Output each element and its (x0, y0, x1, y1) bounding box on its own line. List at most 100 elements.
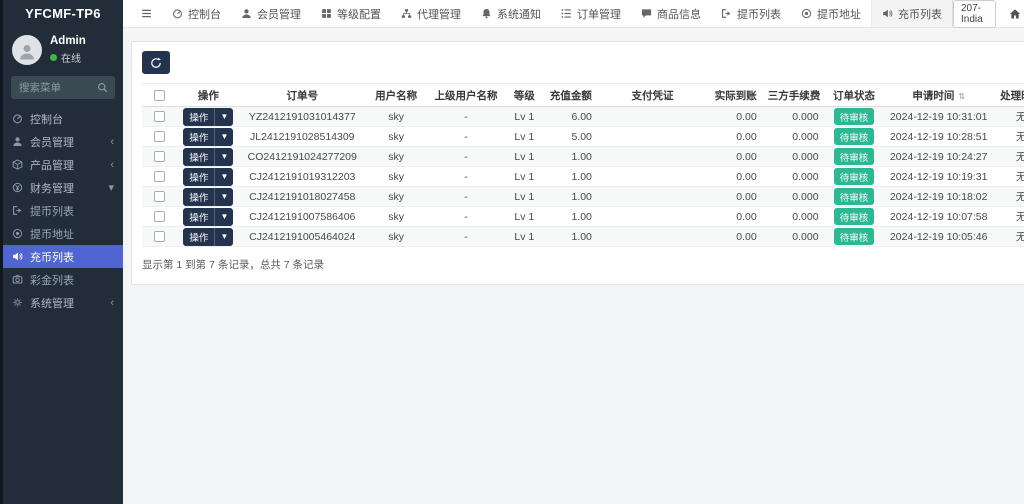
row-action-button[interactable]: 操作▼ (183, 168, 233, 186)
sidebar-item-system[interactable]: 系统管理‹ (3, 291, 123, 314)
header-status: 订单状态 (827, 84, 882, 107)
row-action-button[interactable]: 操作▼ (183, 108, 233, 126)
topnav-item-members[interactable]: 会员管理 (231, 0, 311, 27)
caret-down-icon: ▼ (214, 208, 233, 226)
status-badge: 待审核 (834, 128, 875, 145)
cell-process_time: 无 (996, 147, 1024, 167)
row-action-button[interactable]: 操作▼ (183, 148, 233, 166)
cell-action: 操作▼ (176, 207, 240, 227)
address-icon (801, 8, 812, 19)
table-refresh-button[interactable] (142, 51, 170, 74)
sidebar-item-finance[interactable]: 财务管理▾ (3, 176, 123, 199)
sidebar-item-members[interactable]: 会员管理‹ (3, 130, 123, 153)
header-label: 三方手续费 (768, 90, 821, 102)
sidebar-item-bonus-list[interactable]: 彩金列表 (3, 268, 123, 291)
cell-apply_time: 2024-12-19 10:07:58 (881, 207, 995, 227)
topnav-item-orders[interactable]: 订单管理 (551, 0, 631, 27)
topnav-item-dashboard[interactable]: 控制台 (162, 0, 231, 27)
topnav-item-level-config[interactable]: 等级配置 (311, 0, 391, 27)
cell-user: sky (364, 147, 428, 167)
cell-actual: 0.00 (705, 207, 765, 227)
row-checkbox[interactable] (154, 131, 165, 142)
cell-user: sky (364, 227, 428, 247)
cell-checkbox (142, 167, 176, 187)
topnav-item-label: 等级配置 (337, 6, 381, 22)
row-checkbox[interactable] (154, 171, 165, 182)
sidebar-item-withdraw-list[interactable]: 提币列表 (3, 199, 123, 222)
withdraw-icon (12, 205, 23, 216)
header-apply_time[interactable]: 申请时间⇅ (881, 84, 995, 107)
topbar: 控制台会员管理等级配置代理管理系统通知订单管理商品信息提币列表提币地址充币列表 … (123, 0, 1024, 28)
select-all-checkbox[interactable] (154, 90, 165, 101)
row-checkbox[interactable] (154, 151, 165, 162)
cell-amount: 6.00 (545, 107, 600, 127)
cell-checkbox (142, 147, 176, 167)
row-checkbox[interactable] (154, 191, 165, 202)
recharge-table: 操作订单号用户名称上级用户名称等级充值金额支付凭证实际到账三方手续费订单状态申请… (142, 83, 1024, 247)
sidebar-item-products[interactable]: 产品管理‹ (3, 153, 123, 176)
caret-down-icon: ▼ (214, 228, 233, 246)
home-button[interactable] (1009, 8, 1021, 20)
recharge-icon (12, 251, 23, 262)
sidebar-item-withdraw-address[interactable]: 提币地址 (3, 222, 123, 245)
region-badge[interactable]: 207-India (953, 0, 996, 28)
header-order_no: 订单号 (240, 84, 364, 107)
row-action-button[interactable]: 操作▼ (183, 188, 233, 206)
topnav-item-label: 提币列表 (737, 6, 781, 22)
topnav-item-agents[interactable]: 代理管理 (391, 0, 471, 27)
content-area: ▾ ▾ 操作订单号用户名称上级用户名称等级充值金额支付凭证实际到账三方手续费订单… (123, 28, 1024, 504)
row-action-button[interactable]: 操作▼ (183, 208, 233, 226)
sidebar-item-label: 控制台 (30, 111, 63, 127)
recharge-list-panel: ▾ ▾ 操作订单号用户名称上级用户名称等级充值金额支付凭证实际到账三方手续费订单… (131, 41, 1024, 285)
row-action-button[interactable]: 操作▼ (183, 228, 233, 246)
cell-action: 操作▼ (176, 107, 240, 127)
topnav-item-withdraw-address[interactable]: 提币地址 (791, 0, 871, 27)
sidebar-item-dashboard[interactable]: 控制台 (3, 107, 123, 130)
table-toolbar: ▾ ▾ (142, 51, 1024, 74)
cell-apply_time: 2024-12-19 10:05:46 (881, 227, 995, 247)
header-label: 订单号 (287, 90, 319, 102)
grid-icon (321, 8, 332, 19)
sidebar-menu: 控制台会员管理‹产品管理‹财务管理▾提币列表提币地址充币列表彩金列表系统管理‹ (3, 107, 123, 314)
topnav-item-withdraw-list[interactable]: 提币列表 (711, 0, 791, 27)
caret-down-icon: ▼ (214, 128, 233, 146)
action-label: 操作 (183, 148, 214, 166)
sort-icon[interactable]: ⇅ (958, 92, 965, 101)
dashboard-icon (172, 8, 183, 19)
header-level: 等级 (504, 84, 545, 107)
header-user: 用户名称 (364, 84, 428, 107)
cell-level: Lv 1 (504, 207, 545, 227)
header-actual: 实际到账 (705, 84, 765, 107)
cell-action: 操作▼ (176, 227, 240, 247)
bonus-icon (12, 274, 23, 285)
cell-fee: 0.000 (765, 227, 827, 247)
cell-parent: - (428, 207, 504, 227)
menu-toggle-button[interactable] (131, 0, 162, 27)
topnav-item-recharge-list[interactable]: 充币列表 (871, 0, 953, 27)
cell-voucher (600, 127, 705, 147)
row-action-button[interactable]: 操作▼ (183, 128, 233, 146)
topnav-item-label: 系统通知 (497, 6, 541, 22)
topnav-item-label: 代理管理 (417, 6, 461, 22)
row-checkbox[interactable] (154, 231, 165, 242)
action-label: 操作 (183, 168, 214, 186)
cell-process_time: 无 (996, 207, 1024, 227)
sidebar-item-recharge-list[interactable]: 充币列表 (3, 245, 123, 268)
action-label: 操作 (183, 188, 214, 206)
cell-user: sky (364, 187, 428, 207)
status-badge: 待审核 (834, 108, 875, 125)
cell-actual: 0.00 (705, 127, 765, 147)
sidebar-item-label: 充币列表 (30, 249, 74, 265)
table-row: 操作▼CO2412191024277209sky-Lv 11.000.000.0… (142, 147, 1024, 167)
topnav-item-goods-info[interactable]: 商品信息 (631, 0, 711, 27)
cell-parent: - (428, 167, 504, 187)
topnav-item-notifications[interactable]: 系统通知 (471, 0, 551, 27)
cell-checkbox (142, 187, 176, 207)
status-badge: 待审核 (834, 168, 875, 185)
cell-voucher (600, 187, 705, 207)
row-checkbox[interactable] (154, 111, 165, 122)
cell-process_time: 无 (996, 127, 1024, 147)
avatar[interactable] (12, 35, 42, 65)
cell-parent: - (428, 147, 504, 167)
row-checkbox[interactable] (154, 211, 165, 222)
